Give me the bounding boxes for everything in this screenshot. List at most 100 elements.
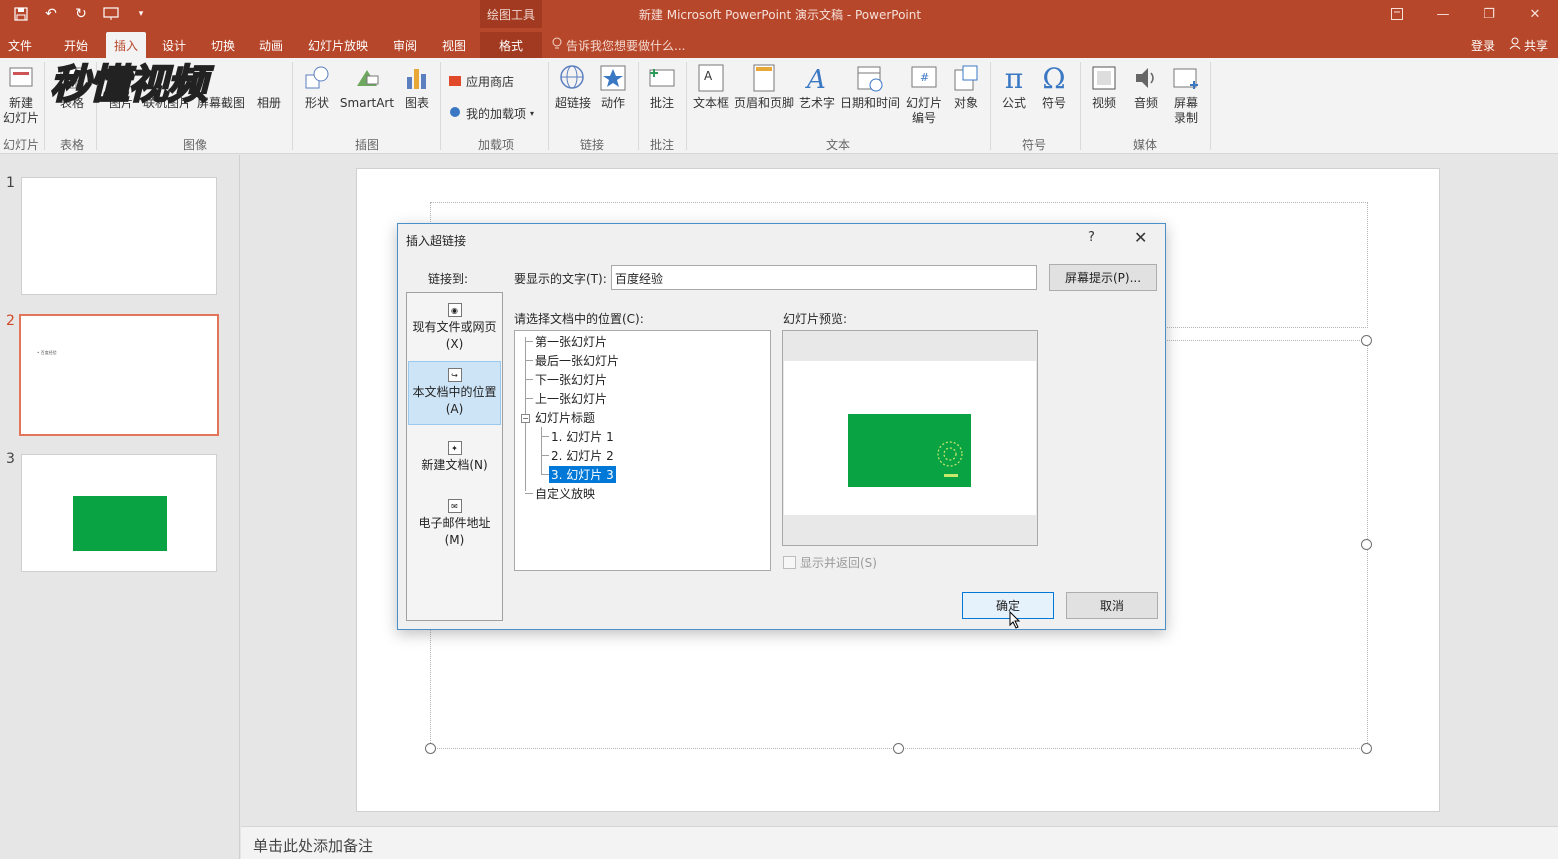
tab-animations[interactable]: 动画 [251,32,291,58]
show-and-return-option[interactable]: 显示并返回(S) [783,554,877,571]
tell-me-box[interactable]: 告诉我您想要做什么... [552,32,685,58]
link-new-doc-label: 新建文档(N) [421,458,488,472]
new-slide-button[interactable]: 新建 幻灯片 [2,62,40,126]
slide-thumbnail-2[interactable]: • 百度经验 [19,314,219,436]
slide-thumbnail-3[interactable] [21,454,217,572]
resize-handle[interactable] [1361,539,1372,550]
new-slide-label: 新建 幻灯片 [2,96,39,125]
audio-button[interactable]: 音频 [1128,62,1164,111]
tab-slideshow[interactable]: 幻灯片放映 [300,32,376,58]
save-icon[interactable] [6,2,36,26]
group-illustrations-label: 插图 [354,138,379,152]
store-button[interactable]: 应用商店 [448,73,514,90]
ribbon-display-icon[interactable] [1374,0,1420,28]
link-existing-file[interactable]: ◉ 现有文件或网页 (X) [408,301,501,359]
lightbulb-icon [552,37,562,53]
comment-icon [648,62,676,94]
smartart-button[interactable]: SmartArt [338,62,396,111]
screen-recording-button[interactable]: 屏幕 录制 [1168,62,1204,126]
vertical-scrollbar[interactable] [1548,155,1558,826]
thumbnail-number: 3 [6,451,15,467]
tree-item-last-slide[interactable]: 最后一张幻灯片 [535,352,619,369]
slide-thumbnail-pane: 1 2 • 百度经验 3 [0,155,240,859]
object-button[interactable]: 对象 [948,62,984,111]
slide-thumbnail-1[interactable] [21,177,217,295]
tree-line [541,455,549,456]
video-button[interactable]: 视频 [1086,62,1122,111]
album-button[interactable]: 相册 [252,62,286,111]
show-and-return-checkbox[interactable] [783,556,796,569]
share-button[interactable]: 共享 [1509,37,1548,54]
resize-handle[interactable] [893,743,904,754]
tree-item-first-slide[interactable]: 第一张幻灯片 [535,333,607,350]
hyperlink-label: 超链接 [554,96,591,110]
tree-line [525,360,533,361]
resize-handle[interactable] [1361,335,1372,346]
datetime-label: 日期和时间 [839,96,900,110]
tab-transitions[interactable]: 切换 [203,32,243,58]
tree-item-custom-show[interactable]: 自定义放映 [535,485,595,502]
screenshot-icon [207,62,235,94]
tab-format[interactable]: 格式 [480,32,542,58]
my-addins-button[interactable]: 我的加载项 ▾ [448,105,534,122]
close-icon[interactable]: ✕ [1134,228,1147,247]
tab-view[interactable]: 视图 [434,32,474,58]
ok-button[interactable]: 确定 [962,592,1054,619]
wordart-button[interactable]: A 艺术字 [798,62,836,111]
screentip-button[interactable]: 屏幕提示(P)... [1049,264,1157,291]
shapes-button[interactable]: 形状 [300,62,334,111]
group-separator [638,62,639,150]
resize-handle[interactable] [1361,743,1372,754]
tree-item-prev-slide[interactable]: 上一张幻灯片 [535,390,607,407]
header-footer-button[interactable]: 页眉和页脚 [732,62,796,111]
tree-item-slide-3[interactable]: 3. 幻灯片 3 [549,466,616,483]
minimize-icon[interactable]: — [1420,0,1466,28]
pi-icon: π [1004,61,1024,95]
close-icon[interactable]: ✕ [1512,0,1558,28]
symbol-button[interactable]: Ω 符号 [1036,62,1072,111]
tab-file[interactable]: 文件 [0,32,40,58]
document-place-tree[interactable]: 第一张幻灯片 最后一张幻灯片 下一张幻灯片 上一张幻灯片 − 幻灯片标题 1. … [514,330,771,571]
textbox-button[interactable]: A 文本框 [690,62,732,111]
link-email[interactable]: ✉ 电子邮件地址 (M) [408,499,501,557]
globe-document-icon: ◉ [447,303,462,317]
tree-item-slide-titles[interactable]: 幻灯片标题 [535,409,595,426]
album-label: 相册 [256,96,281,110]
tree-item-next-slide[interactable]: 下一张幻灯片 [535,371,607,388]
equation-button[interactable]: π 公式 [996,62,1032,111]
datetime-button[interactable]: 日期和时间 [838,62,902,111]
group-symbols-label: 符号 [1021,138,1046,152]
hyperlink-button[interactable]: 超链接 [552,62,594,111]
display-text-input[interactable]: 百度经验 [611,265,1037,290]
link-new-document[interactable]: ✦ 新建文档(N) [408,441,501,481]
customize-icon[interactable]: ▾ [126,2,156,26]
link-to-pane: ◉ 现有文件或网页 (X) ↪ 本文档中的位置 (A) ✦ 新建文档(N) ✉ … [406,292,503,621]
tree-line [541,474,549,475]
help-icon[interactable]: ? [1088,230,1095,245]
collapse-icon[interactable]: − [521,414,530,423]
cancel-button[interactable]: 取消 [1066,592,1158,619]
start-presentation-icon[interactable] [96,2,126,26]
chart-button[interactable]: 图表 [400,62,434,111]
resize-handle[interactable] [425,743,436,754]
login-link[interactable]: 登录 [1471,37,1495,54]
comment-label: 批注 [649,96,674,110]
tree-item-slide-2[interactable]: 2. 幻灯片 2 [551,447,614,464]
group-tables-label: 表格 [59,138,84,152]
action-button[interactable]: 动作 [596,62,630,111]
link-place-in-document[interactable]: ↪ 本文档中的位置 (A) [408,361,501,425]
undo-icon[interactable]: ↶ [36,2,66,26]
group-separator [292,62,293,150]
slide-number-icon: # [910,62,938,94]
tree-item-slide-1[interactable]: 1. 幻灯片 1 [551,428,614,445]
email-icon: ✉ [447,499,462,513]
notes-pane[interactable]: 单击此处添加备注 [241,826,1558,859]
slide-number-button[interactable]: # 幻灯片 编号 [904,62,944,126]
ribbon-tabs: 文件 开始 插入 设计 切换 动画 幻灯片放映 审阅 视图 格式 告诉我您想要做… [0,28,1558,58]
comment-button[interactable]: 批注 [644,62,680,111]
redo-icon[interactable]: ↻ [66,2,96,26]
tab-review[interactable]: 审阅 [385,32,425,58]
restore-icon[interactable]: ❐ [1466,0,1512,28]
contextual-tab-header: 绘图工具 [480,0,542,28]
chart-label: 图表 [404,96,429,110]
